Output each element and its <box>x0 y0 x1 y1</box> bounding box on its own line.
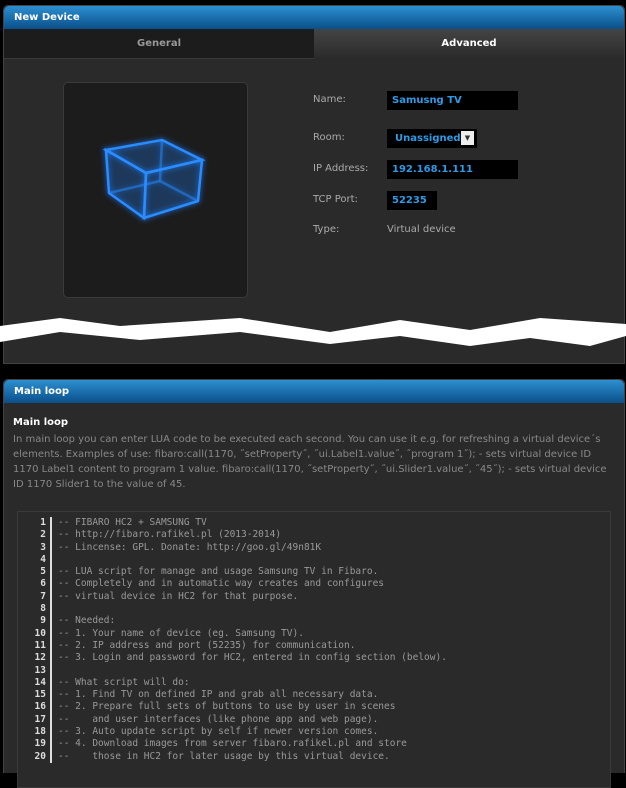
room-label: Room: <box>313 132 345 143</box>
line-number: 14 <box>18 676 52 690</box>
code-line: 11 -- 2. IP address and port (52235) for … <box>18 639 610 653</box>
section-heading: Main loop <box>13 417 69 428</box>
code-line: 15 -- 1. Find TV on defined IP and grab a… <box>18 689 610 702</box>
code-line: 17 -- and user interfaces (like phone app… <box>18 713 610 727</box>
code-line: 5 -- LUA script for manage and usage Sams… <box>18 566 610 579</box>
code-text: -- virtual device in HC2 for that purpos… <box>58 590 299 602</box>
line-number: 20 <box>18 750 52 763</box>
code-text: -- those in HC2 for later usage by this … <box>58 750 390 762</box>
line-number: 2 <box>18 529 52 542</box>
line-number: 9 <box>18 615 52 628</box>
code-text: -- What script will do: <box>58 676 190 688</box>
line-number: 7 <box>18 590 52 604</box>
line-number: 13 <box>18 664 52 677</box>
line-number: 8 <box>18 603 52 616</box>
panel-title: Main loop <box>4 380 624 403</box>
code-text: -- 2. Prepare full sets of buttons to us… <box>58 701 396 713</box>
ip-input[interactable]: 192.168.1.111 <box>387 160 518 179</box>
code-line: 9 -- Needed: <box>18 615 610 628</box>
panel-title: New Device <box>4 6 624 29</box>
code-line: 10 -- 1. Your name of device (eg. Samsung… <box>18 627 610 640</box>
line-number: 15 <box>18 689 52 702</box>
code-text: -- LUA script for manage and usage Samsu… <box>58 566 379 578</box>
line-number: 4 <box>18 553 52 567</box>
code-text: -- 3. Login and password for HC2, entere… <box>58 652 447 664</box>
code-line: 4 <box>18 553 610 567</box>
main-loop-panel: Main loop Main loop In main loop you can… <box>3 379 625 788</box>
torn-edge-divider <box>0 318 626 346</box>
new-device-panel: New Device General Advanced Name: Samusn… <box>3 5 625 364</box>
code-text: -- 1. Your name of device (eg. Samsung T… <box>58 627 304 639</box>
type-value: Virtual device <box>387 224 456 235</box>
ip-label: IP Address: <box>313 163 369 174</box>
code-text: -- Lincense: GPL. Donate: http://goo.gl/… <box>58 541 322 553</box>
code-line: 16 -- 2. Prepare full sets of buttons to … <box>18 701 610 714</box>
code-line: 13 <box>18 664 610 677</box>
code-text: -- 1. Find TV on defined IP and grab all… <box>58 689 379 701</box>
room-value: Unassigned <box>395 133 461 144</box>
code-editor[interactable]: 1 -- FIBARO HC2 + SAMSUNG TV 2 -- http://fi… <box>17 511 611 788</box>
line-number: 3 <box>18 541 52 554</box>
line-number: 10 <box>18 627 52 640</box>
line-number: 12 <box>18 652 52 665</box>
line-number: 16 <box>18 701 52 714</box>
port-label: TCP Port: <box>313 194 358 205</box>
code-line: 2 -- http://fibaro.rafikel.pl (2013-2014) <box>18 529 610 542</box>
code-line: 18 -- 3. Auto update script by self if ne… <box>18 726 610 739</box>
line-number: 17 <box>18 713 52 727</box>
code-line: 19 -- 4. Download images from server fiba… <box>18 738 610 751</box>
code-line: 1 -- FIBARO HC2 + SAMSUNG TV <box>18 517 610 530</box>
type-label: Type: <box>313 224 340 235</box>
code-text: -- http://fibaro.rafikel.pl (2013-2014) <box>58 529 282 541</box>
code-line: 8 <box>18 603 610 616</box>
device-icon-box[interactable] <box>63 82 248 298</box>
code-text: -- 2. IP address and port (52235) for co… <box>58 639 356 651</box>
room-select[interactable]: Unassigned ▼ <box>387 129 477 148</box>
3d-cube-icon <box>102 138 206 221</box>
line-number: 5 <box>18 566 52 579</box>
code-line: 6 -- Completely and in automatic way crea… <box>18 578 610 591</box>
code-text: -- FIBARO HC2 + SAMSUNG TV <box>58 517 207 528</box>
code-line: 20 -- those in HC2 for later usage by thi… <box>18 750 610 763</box>
code-text: -- 4. Download images from server fibaro… <box>58 738 407 750</box>
code-line: 12 -- 3. Login and password for HC2, ente… <box>18 652 610 665</box>
tab-advanced[interactable]: Advanced <box>314 29 624 59</box>
code-line: 7 -- virtual device in HC2 for that purpo… <box>18 590 610 604</box>
line-number: 11 <box>18 639 52 653</box>
line-number: 19 <box>18 738 52 751</box>
code-line: 3 -- Lincense: GPL. Donate: http://goo.gl… <box>18 541 610 554</box>
port-input[interactable]: 52235 <box>387 191 437 210</box>
line-number: 18 <box>18 726 52 739</box>
code-text: -- and user interfaces (like phone app a… <box>58 713 379 725</box>
code-text: -- 3. Auto update script by self if newe… <box>58 726 379 738</box>
line-number: 1 <box>18 517 52 530</box>
line-number: 6 <box>18 578 52 591</box>
tab-general[interactable]: General <box>4 29 314 59</box>
code-text: -- Needed: <box>58 615 116 627</box>
name-label: Name: <box>313 94 346 105</box>
code-text: -- Completely and in automatic way creat… <box>58 578 385 590</box>
section-description: In main loop you can enter LUA code to b… <box>13 434 607 490</box>
code-line: 14 -- What script will do: <box>18 676 610 690</box>
name-input[interactable]: Samusng TV <box>387 91 518 110</box>
chevron-down-icon: ▼ <box>461 131 474 145</box>
